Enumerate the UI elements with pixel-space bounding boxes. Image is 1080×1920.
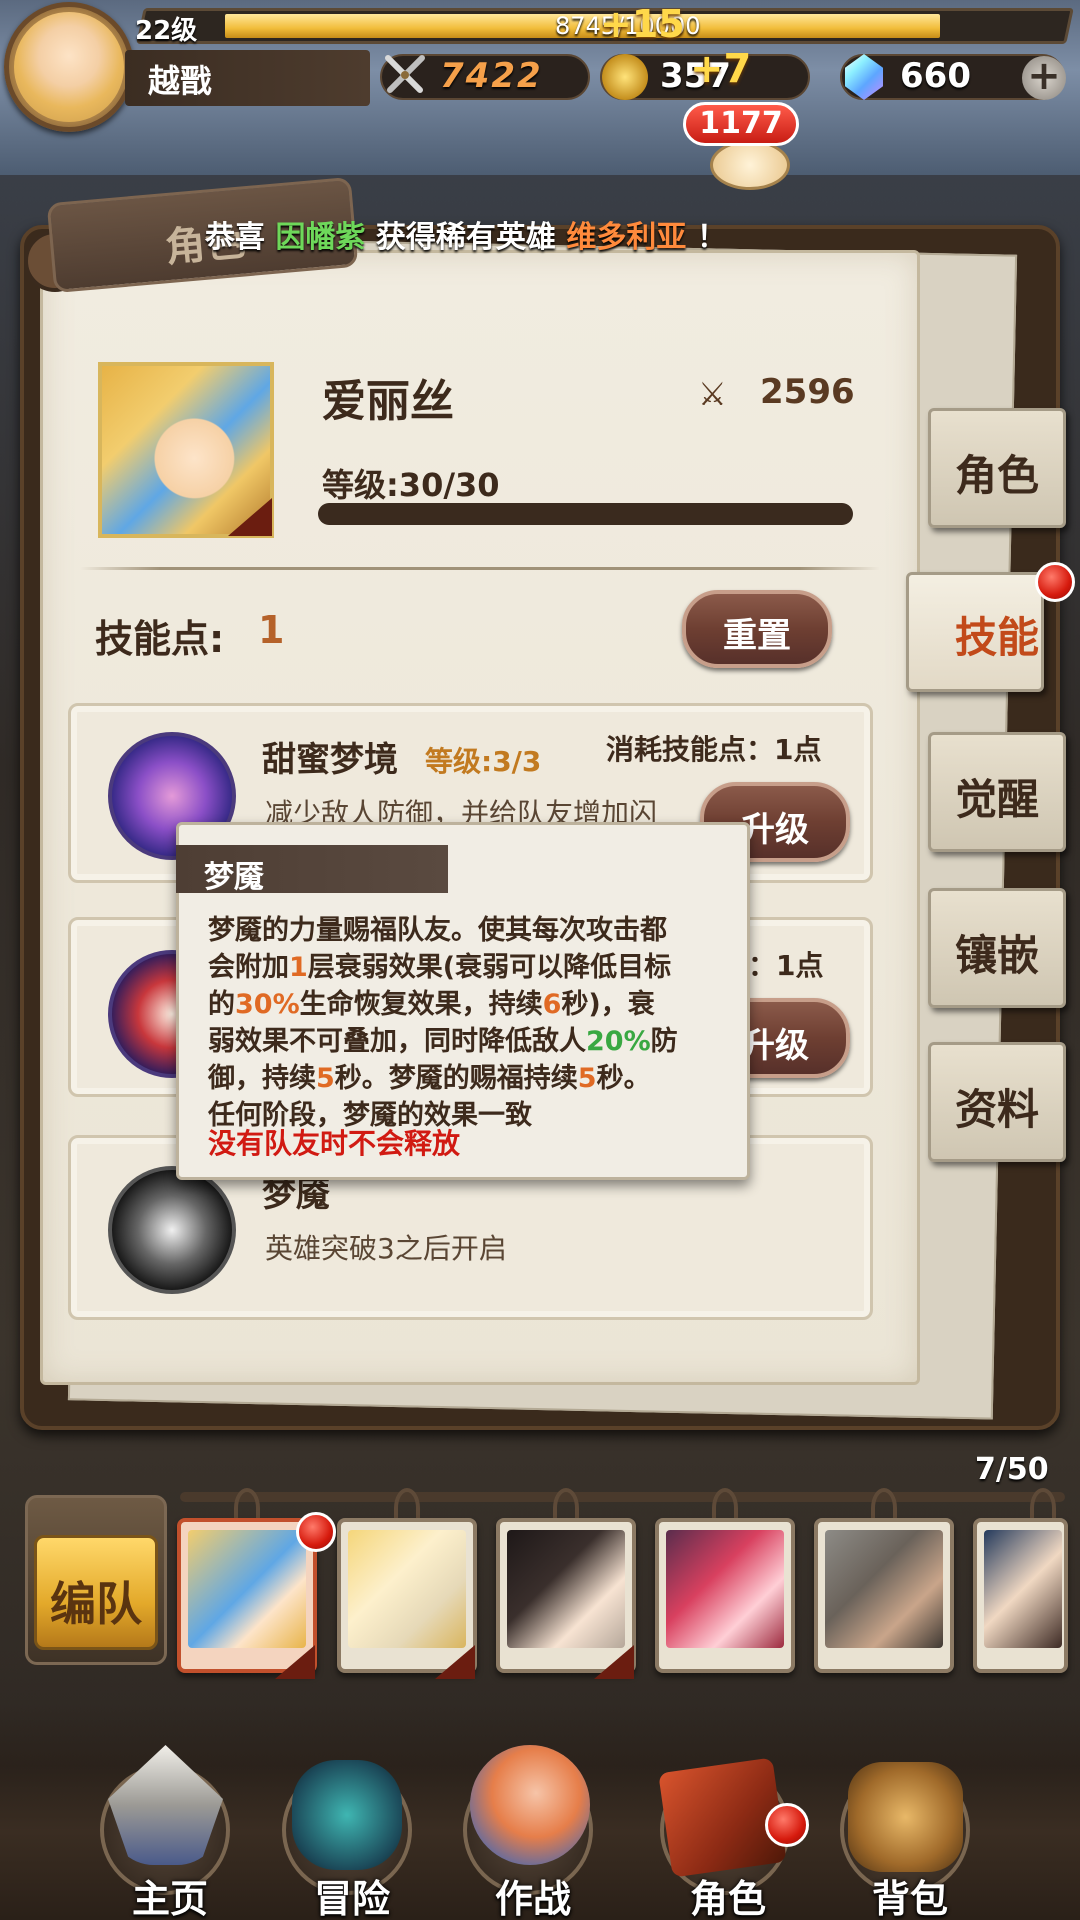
player-name: 越戬 — [148, 62, 213, 100]
exp-gain: +15 — [600, 2, 685, 46]
crossed-swords-icon — [385, 55, 425, 93]
announce-hero: 维多利亚 — [566, 220, 687, 255]
skill-name: 甜蜜梦境 — [262, 740, 398, 780]
skill-points-value: 1 — [258, 608, 285, 652]
tab-skills-label: 技能 — [954, 613, 1039, 662]
skill-cost: 消耗技能点：1点 — [606, 733, 822, 766]
hero-avatar — [825, 1530, 943, 1648]
tooltip-warning: 没有队友时不会释放 — [208, 1127, 461, 1160]
notification-dot — [296, 1512, 336, 1552]
hero-level: 等级:30/30 — [322, 466, 500, 504]
announcement-banner: 恭喜 因幡紫 获得稀有英雄 维多利亚 ！ — [205, 212, 727, 256]
tooltip-line: 会附加1层衰弱效果(衰弱可以降低目标 — [208, 952, 672, 983]
announce-player: 因幡紫 — [275, 220, 366, 255]
tooltip-title: 梦魇 — [204, 860, 264, 895]
hero-portrait[interactable] — [98, 362, 274, 538]
tooltip-line: 梦魇的力量赐福队友。使其每次攻击都 — [208, 915, 667, 946]
hero-power: 2596 — [760, 372, 855, 412]
hero-level-bar — [318, 503, 853, 525]
announce-middle: 获得稀有英雄 — [375, 220, 556, 255]
player-avatar-image — [14, 12, 124, 122]
nav-home-label: 主页 — [131, 1877, 208, 1920]
tab-inlay-label: 镶嵌 — [954, 931, 1039, 980]
reset-button-label: 重置 — [723, 616, 791, 656]
tooltip-line: 御，持续5秒。梦魇的赐福持续5秒。 — [208, 1063, 651, 1094]
skill-points-label: 技能点: — [95, 617, 225, 661]
hero-avatar — [666, 1530, 784, 1648]
power-value: 7422 — [440, 56, 543, 96]
announce-suffix: ！ — [696, 220, 727, 255]
warrior-icon — [470, 1745, 590, 1865]
tab-character-label: 角色 — [954, 451, 1039, 500]
add-gems-button[interactable]: + — [1022, 56, 1066, 100]
team-formation-label: 编队 — [50, 1577, 142, 1631]
nav-character-label: 角色 — [689, 1877, 766, 1920]
tooltip-line: 弱效果不可叠加，同时降低敌人20%防 — [208, 1026, 678, 1057]
roster-count: 7/50 — [975, 1452, 1049, 1487]
hero-avatar — [507, 1530, 625, 1648]
chat-badge: 1177 — [683, 102, 799, 146]
nightmare-skill-icon[interactable] — [108, 1166, 236, 1294]
notification-dot — [1035, 562, 1075, 602]
skill-description: 英雄突破3之后开启 — [265, 1232, 507, 1265]
hero-avatar — [984, 1530, 1062, 1648]
notification-dot — [765, 1803, 809, 1847]
hero-avatar — [188, 1530, 306, 1648]
coin-gain: +7 — [690, 46, 752, 92]
portal-icon — [292, 1760, 402, 1870]
nav-adventure-label: 冒险 — [313, 1877, 390, 1920]
chat-bubble-icon[interactable] — [710, 140, 790, 190]
hero-avatar — [348, 1530, 466, 1648]
coin-icon — [602, 54, 648, 100]
nav-bag-label: 背包 — [871, 1877, 948, 1920]
tab-profile-label: 资料 — [954, 1085, 1039, 1134]
roster-rail — [180, 1492, 1065, 1502]
announce-prefix: 恭喜 — [205, 220, 265, 255]
nav-battle-label: 作战 — [494, 1877, 571, 1920]
tooltip-body: 梦魇的力量赐福队友。使其每次攻击都 会附加1层衰弱效果(衰弱可以降低目标 的30… — [208, 912, 728, 1134]
hero-name: 爱丽丝 — [322, 376, 454, 427]
gem-value: 660 — [900, 56, 971, 96]
player-level: 22级 — [135, 16, 198, 46]
power-icon: ⚔ — [698, 375, 727, 413]
skill-cost: ：1点 — [748, 949, 824, 982]
backpack-icon — [848, 1762, 963, 1872]
tab-awaken-label: 觉醒 — [954, 775, 1039, 824]
divider — [80, 567, 880, 570]
tooltip-line: 的30%生命恢复效果，持续6秒)，衰 — [208, 989, 655, 1020]
skill-level: 等级:3/3 — [425, 745, 542, 778]
